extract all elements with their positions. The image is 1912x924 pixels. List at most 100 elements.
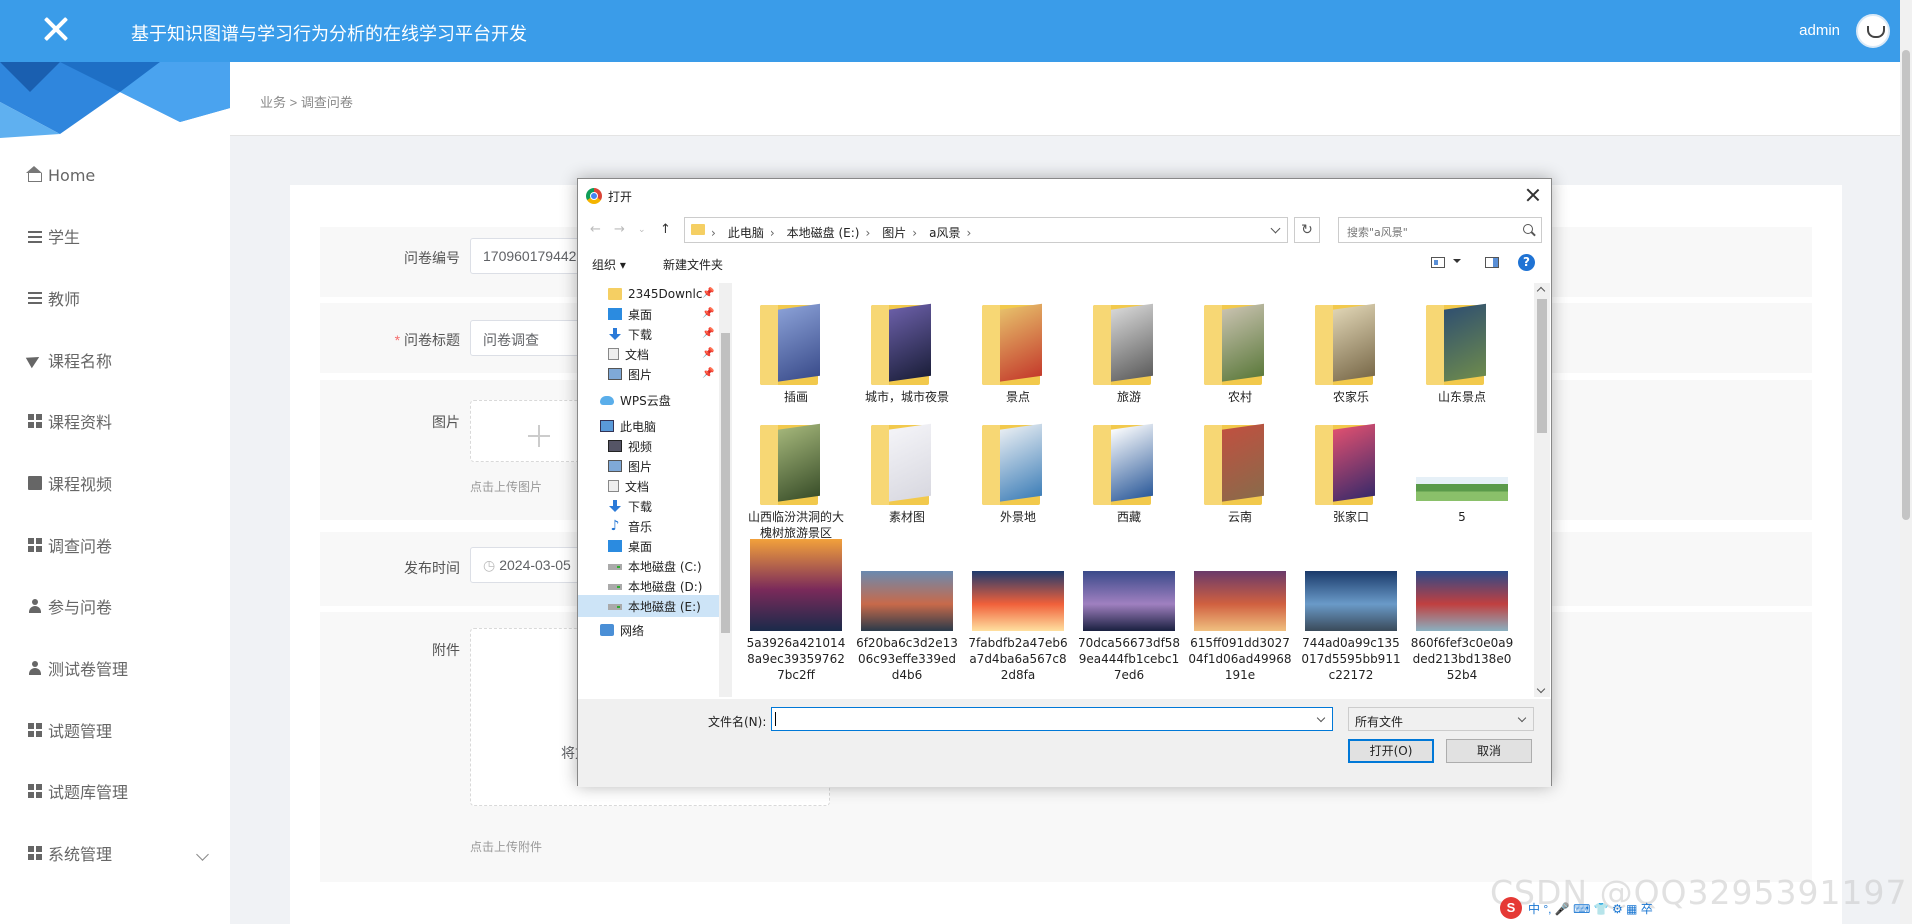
chrome-icon: [586, 188, 602, 204]
back-arrow-icon[interactable]: ←: [590, 222, 601, 237]
image-name: 7fabdfb2a47eb6a7d4ba6a567c82d8fa: [968, 636, 1068, 682]
sidebar-item[interactable]: 试题库管理: [28, 777, 128, 805]
search-input[interactable]: 搜索"a风景": [1338, 217, 1542, 243]
folder-item[interactable]: 旅游: [1077, 297, 1181, 417]
folder-item[interactable]: 插画: [744, 297, 848, 417]
dialog-titlebar: 打开: [578, 179, 1551, 211]
scroll-down-icon[interactable]: [1536, 684, 1546, 694]
filename-input[interactable]: [771, 707, 1333, 731]
file-icon: [608, 480, 619, 492]
view-dropdown-icon[interactable]: [1453, 259, 1461, 263]
dialog-footer: 文件名(N): 所有文件 打开(O) 取消: [578, 699, 1551, 787]
image-item[interactable]: 615ff091dd302704f1d06ad49968191e: [1188, 537, 1292, 697]
grid-scrollbar[interactable]: [1534, 283, 1550, 697]
folder-item[interactable]: 农村: [1188, 297, 1292, 417]
folder-item[interactable]: 张家口: [1299, 417, 1403, 537]
ime-toolbar[interactable]: S 中 °, 🎤 ⌨ 👕 ⚙ ▦ 卒: [1500, 897, 1722, 919]
breadcrumb: 业务 > 调查问卷: [260, 95, 353, 110]
scrollbar-thumb[interactable]: [1902, 50, 1910, 520]
close-icon[interactable]: [36, 10, 76, 50]
sogou-icon[interactable]: S: [1500, 897, 1522, 919]
image-item[interactable]: 70dca56673df589ea444fb1cebc17ed6: [1077, 537, 1181, 697]
image-item[interactable]: 7fabdfb2a47eb6a7d4ba6a567c82d8fa: [966, 537, 1070, 697]
image-item[interactable]: 860f6fef3c0e0a9ded213bd138e052b4: [1410, 537, 1514, 697]
time-input[interactable]: ◷ 2024-03-05: [470, 547, 585, 583]
sidebar-item[interactable]: Home: [26, 161, 95, 189]
username[interactable]: admin: [1799, 22, 1840, 39]
image-item[interactable]: 6f20ba6c3d2e1306c93effe339edd4b6: [855, 537, 959, 697]
tree-item[interactable]: 本地磁盘 (E:): [578, 595, 719, 617]
crumb-pc[interactable]: 此电脑: [728, 226, 764, 240]
sidebar-item[interactable]: 调查问卷: [28, 531, 112, 559]
image-uploader[interactable]: [470, 400, 585, 462]
refresh-icon[interactable]: ↻: [1294, 217, 1320, 243]
tree-item[interactable]: 本地磁盘 (C:): [608, 555, 719, 577]
folder-item[interactable]: 外景地: [966, 417, 1070, 537]
folder-item[interactable]: 5: [1410, 417, 1514, 537]
filename-dropdown-icon[interactable]: [1316, 713, 1326, 723]
tree-item[interactable]: 文档: [608, 475, 719, 497]
folder-item[interactable]: 山西临汾洪洞的大槐树旅游景区: [744, 417, 848, 540]
sidebar-item[interactable]: 测试卷管理: [28, 654, 128, 682]
ime-items[interactable]: 中 °, 🎤 ⌨ 👕 ⚙ ▦ 卒: [1528, 900, 1653, 917]
folder-name: 农村: [1227, 390, 1252, 404]
tree-item[interactable]: 网络: [600, 619, 719, 641]
address-dropdown-icon[interactable]: [1270, 223, 1281, 234]
app-title: 基于知识图谱与学习行为分析的在线学习平台开发: [131, 24, 527, 45]
tree-item[interactable]: 本地磁盘 (D:): [608, 575, 719, 597]
scroll-up-icon[interactable]: [1536, 286, 1546, 296]
title-input[interactable]: 问卷调查: [470, 320, 585, 356]
folder-item[interactable]: 云南: [1188, 417, 1292, 537]
sidebar-item[interactable]: 教师: [28, 284, 80, 312]
up-arrow-icon[interactable]: ↑: [660, 222, 671, 237]
tree-item[interactable]: 桌面: [608, 535, 719, 557]
crumb-drive[interactable]: 本地磁盘 (E:): [787, 226, 860, 240]
image-item[interactable]: 744ad0a99c135017d5595bb911c22172: [1299, 537, 1403, 697]
dialog-close-icon[interactable]: [1521, 183, 1545, 207]
image-item[interactable]: 5a3926a4210148a9ec393597627bc2ff: [744, 537, 848, 697]
tree-scroll-thumb[interactable]: [721, 333, 730, 633]
new-folder-button[interactable]: 新建文件夹: [663, 256, 723, 273]
crumb-folder[interactable]: a风景: [929, 226, 960, 240]
page-scrollbar[interactable]: [1900, 0, 1912, 924]
avatar[interactable]: [1856, 14, 1890, 48]
organize-button[interactable]: 组织 ▾: [592, 256, 626, 273]
image-name: 744ad0a99c135017d5595bb911c22172: [1301, 636, 1401, 682]
tree-item[interactable]: 视频: [608, 435, 719, 457]
address-bar[interactable]: › 此电脑 › 本地磁盘 (E:) › 图片 › a风景 ›: [684, 217, 1288, 243]
preview-pane-icon[interactable]: [1485, 257, 1499, 268]
number-input[interactable]: 170960179442: [470, 238, 585, 274]
help-icon[interactable]: ?: [1518, 254, 1535, 271]
sidebar-item[interactable]: 课程资料: [28, 407, 112, 435]
folder-item[interactable]: 景点: [966, 297, 1070, 417]
recent-dropdown-icon[interactable]: ⌄: [638, 225, 646, 235]
filetype-select[interactable]: 所有文件: [1348, 707, 1534, 731]
tree-item[interactable]: 下载: [608, 495, 719, 517]
sidebar-item[interactable]: 系统管理: [28, 839, 112, 867]
crumb-pictures[interactable]: 图片: [882, 226, 906, 240]
tree-item[interactable]: 图片: [608, 455, 719, 477]
sidebar-item[interactable]: 课程名称: [25, 346, 112, 374]
tree-scrollbar[interactable]: [719, 283, 732, 697]
filetype-dropdown-icon[interactable]: [1517, 713, 1527, 723]
drive-icon: [608, 580, 622, 592]
tree-item[interactable]: ♪ 音乐: [608, 515, 719, 537]
folder-item[interactable]: 城市，城市夜景: [855, 297, 959, 417]
tree-item[interactable]: 此电脑: [600, 415, 719, 437]
grid-scroll-thumb[interactable]: [1537, 299, 1547, 433]
sidebar-item[interactable]: 课程视频: [28, 469, 112, 497]
view-icon[interactable]: [1431, 257, 1445, 268]
forward-arrow-icon[interactable]: →: [614, 222, 625, 237]
cancel-button[interactable]: 取消: [1446, 739, 1532, 763]
folder-item[interactable]: 山东景点: [1410, 297, 1514, 417]
folder-item[interactable]: 西藏: [1077, 417, 1181, 537]
sidebar-item[interactable]: 学生: [28, 222, 80, 250]
tree-item[interactable]: WPS云盘: [600, 389, 719, 411]
folder-item[interactable]: 素材图: [855, 417, 959, 537]
search-placeholder: 搜索"a风景": [1347, 226, 1408, 239]
folder-icon: [1093, 297, 1167, 385]
folder-item[interactable]: 农家乐: [1299, 297, 1403, 417]
open-button[interactable]: 打开(O): [1348, 739, 1434, 763]
sidebar-item[interactable]: 参与问卷: [28, 592, 112, 620]
sidebar-item[interactable]: 试题管理: [28, 716, 112, 744]
